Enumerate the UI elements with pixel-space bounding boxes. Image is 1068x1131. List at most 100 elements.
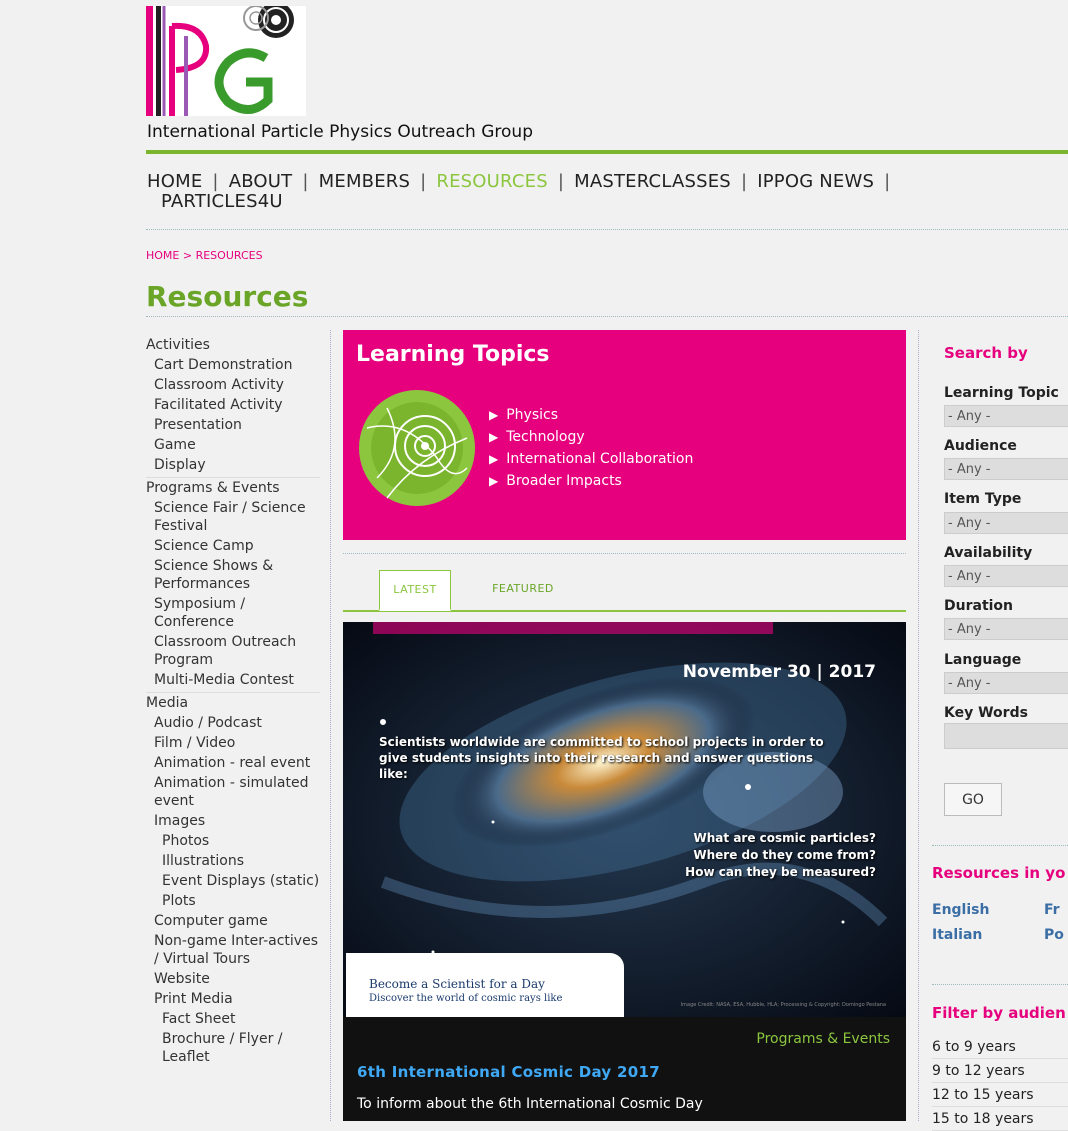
keywords-input[interactable] <box>944 723 1068 749</box>
nav-separator: | <box>302 171 309 192</box>
triangle-icon: ▶ <box>489 408 499 422</box>
topic-link[interactable]: Technology <box>506 429 584 445</box>
sidebar-subitem[interactable]: Fact Sheet <box>146 1010 320 1028</box>
learning-topics-icon <box>359 390 475 506</box>
list-item[interactable]: ▶ Technology <box>489 426 693 448</box>
language-link-english[interactable]: English <box>932 902 989 918</box>
sidebar-item[interactable]: Print Media <box>146 990 320 1008</box>
topic-link[interactable]: International Collaboration <box>506 451 693 467</box>
image-credit: Image Credit: NASA, ESA, Hubble, HLA; Pr… <box>680 1002 886 1008</box>
overlay-text: Scientists worldwide are committed to sc… <box>379 735 824 781</box>
sidebar-item[interactable]: Cart Demonstration <box>146 356 320 374</box>
list-item[interactable]: ▶ Physics <box>489 404 693 426</box>
sidebar-item[interactable]: Animation - real event <box>146 754 320 772</box>
sidebar-item[interactable]: Website <box>146 970 320 988</box>
sidebar-item[interactable]: Film / Video <box>146 734 320 752</box>
tab-latest[interactable]: LATEST <box>379 570 451 611</box>
sidebar-subitem[interactable]: Plots <box>146 892 320 910</box>
nav-separator: | <box>740 171 748 192</box>
feature-description: To inform about the 6th International Co… <box>357 1096 703 1112</box>
nav-about[interactable]: ABOUT <box>229 171 293 192</box>
sidebar-subitem[interactable]: Photos <box>146 832 320 850</box>
column-divider <box>330 330 331 1121</box>
sidebar-item[interactable]: Display <box>146 456 320 474</box>
sidebar-item[interactable]: Facilitated Activity <box>146 396 320 414</box>
triangle-icon: ▶ <box>489 474 499 488</box>
audience-filter-item[interactable]: 12 to 15 years <box>932 1084 1068 1107</box>
audience-filter-item[interactable]: 9 to 12 years <box>932 1060 1068 1083</box>
feature-category[interactable]: Programs & Events <box>756 1031 890 1047</box>
sidebar-category-media[interactable]: Media <box>146 692 320 712</box>
duration-select[interactable]: - Any - <box>944 618 1068 640</box>
list-item[interactable]: ▶ International Collaboration <box>489 448 693 470</box>
category-sidebar: Activities Cart Demonstration Classroom … <box>146 334 320 1068</box>
nav-masterclasses[interactable]: MASTERCLASSES <box>574 171 731 192</box>
filter-label: Language <box>944 652 1022 668</box>
search-title: Search by <box>944 344 1028 362</box>
featured-item[interactable]: November 30 | 2017 Scientists worldwide … <box>343 622 906 1121</box>
filter-label: Item Type <box>944 491 1022 507</box>
language-link-italian[interactable]: Italian <box>932 927 982 943</box>
sidebar-item[interactable]: Images <box>146 812 320 830</box>
learning-topics-list: ▶ Physics ▶ Technology ▶ International Coll… <box>489 404 693 492</box>
image-caption-box: Become a Scientist for a Day Discover th… <box>346 953 624 1017</box>
sidebar-item[interactable]: Multi-Media Contest <box>146 671 320 689</box>
sidebar-subitem[interactable]: Illustrations <box>146 852 320 870</box>
language-link-fr[interactable]: Fr <box>1044 902 1060 918</box>
sidebar-item[interactable]: Classroom Outreach Program <box>146 633 320 669</box>
topic-link[interactable]: Broader Impacts <box>506 473 622 489</box>
sidebar-item[interactable]: Science Shows & Performances <box>146 557 320 593</box>
filter-label: Duration <box>944 598 1014 614</box>
language-link-po[interactable]: Po <box>1044 927 1064 943</box>
question: Where do they come from? <box>693 848 876 862</box>
section-divider <box>932 845 1068 846</box>
sidebar-item[interactable]: Science Fair / Science Festival <box>146 499 320 535</box>
sidebar-item[interactable]: Symposium / Conference <box>146 595 320 631</box>
topic-link[interactable]: Physics <box>506 407 558 423</box>
sidebar-category-programs[interactable]: Programs & Events <box>146 477 320 497</box>
audience-filter-item[interactable]: 15 to 18 years <box>932 1108 1068 1131</box>
sidebar-item[interactable]: Non-game Inter-actives / Virtual Tours <box>146 932 320 968</box>
sidebar-item[interactable]: Computer game <box>146 912 320 930</box>
breadcrumb: HOME > RESOURCES <box>146 249 263 262</box>
filter-label: Availability <box>944 545 1033 561</box>
nav-particles4u[interactable]: PARTICLES4U <box>161 191 283 212</box>
search-panel: Search by Learning Topic - Any - Audienc… <box>944 330 1068 750</box>
ippog-logo[interactable] <box>146 6 306 116</box>
filter-label: Key Words <box>944 705 1028 721</box>
breadcrumb-current[interactable]: RESOURCES <box>196 249 263 262</box>
list-item[interactable]: ▶ Broader Impacts <box>489 470 693 492</box>
nav-separator: | <box>557 171 565 192</box>
filter-label: Audience <box>944 438 1017 454</box>
audience-select[interactable]: - Any - <box>944 458 1068 480</box>
go-button[interactable]: GO <box>944 783 1002 816</box>
nav-ippog-news[interactable]: IPPOG NEWS <box>757 171 874 192</box>
sidebar-item[interactable]: Audio / Podcast <box>146 714 320 732</box>
nav-separator: | <box>212 171 219 192</box>
learning-topic-select[interactable]: - Any - <box>944 405 1068 427</box>
sidebar-item[interactable]: Science Camp <box>146 537 320 555</box>
nav-members[interactable]: MEMBERS <box>319 171 411 192</box>
sidebar-category-activities[interactable]: Activities <box>146 336 320 354</box>
section-divider <box>932 984 1068 985</box>
nav-resources[interactable]: RESOURCES <box>436 171 547 192</box>
item-type-select[interactable]: - Any - <box>944 512 1068 534</box>
feature-title[interactable]: 6th International Cosmic Day 2017 <box>357 1063 660 1081</box>
sidebar-subitem[interactable]: Event Displays (static) <box>146 872 320 890</box>
audience-filter-item[interactable]: 6 to 9 years <box>932 1036 1068 1059</box>
availability-select[interactable]: - Any - <box>944 565 1068 587</box>
sidebar-item[interactable]: Presentation <box>146 416 320 434</box>
tab-featured[interactable]: FEATURED <box>473 570 573 608</box>
sidebar-item[interactable]: Classroom Activity <box>146 376 320 394</box>
breadcrumb-home[interactable]: HOME <box>146 249 179 262</box>
sidebar-item[interactable]: Animation - simulated event <box>146 774 320 810</box>
sidebar-subitem[interactable]: Brochure / Flyer / Leaflet <box>146 1030 320 1066</box>
main-nav: HOME | ABOUT | MEMBERS | RESOURCES | MASTERCLASS… <box>147 172 1027 212</box>
language-select[interactable]: - Any - <box>944 672 1068 694</box>
org-name: International Particle Physics Outreach … <box>147 122 533 142</box>
event-date: November 30 | 2017 <box>682 662 876 682</box>
filter-audience-title: Filter by audien <box>932 1004 1066 1022</box>
sidebar-item[interactable]: Game <box>146 436 320 454</box>
nav-home[interactable]: HOME <box>147 171 202 192</box>
page-title: Resources <box>146 280 309 313</box>
